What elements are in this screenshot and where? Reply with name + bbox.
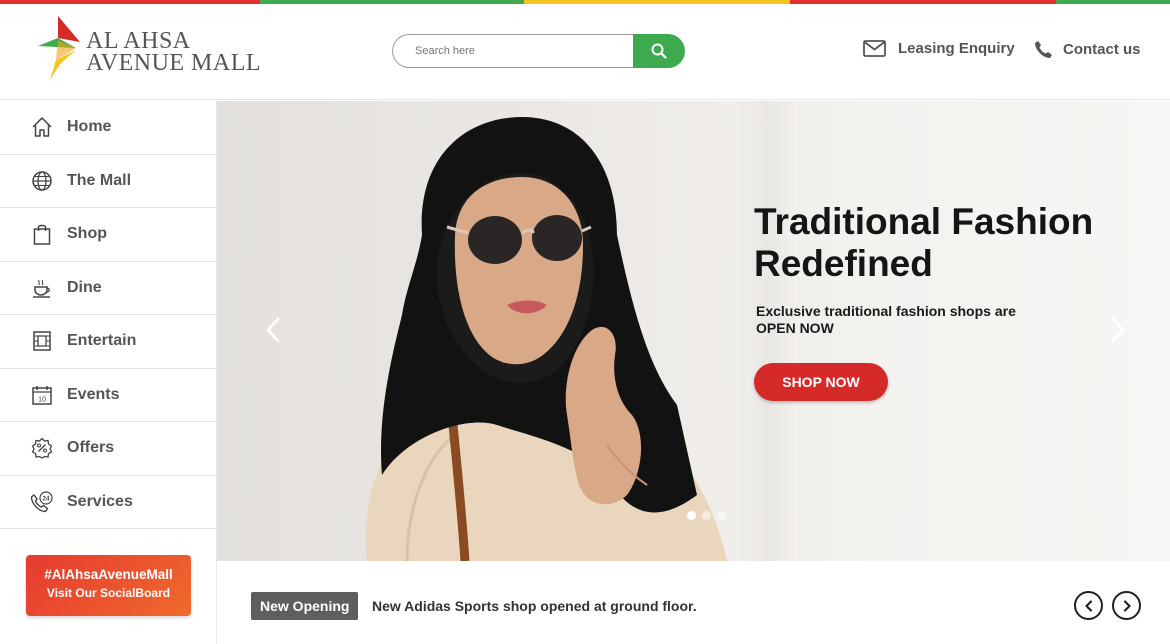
brand-logo[interactable]: AL AHSA AVENUE MALL — [38, 16, 261, 84]
brand-line2: AVENUE MALL — [86, 50, 262, 76]
sidebar-item-label: Entertain — [67, 332, 137, 350]
slider-dot[interactable] — [687, 511, 696, 520]
contact-us-label: Contact us — [1063, 41, 1141, 58]
phone-icon — [1034, 40, 1053, 59]
film-icon — [30, 329, 54, 353]
sidebar-item-label: The Mall — [67, 171, 132, 189]
sidebar-item-shop[interactable]: Shop — [0, 208, 216, 262]
sidebar-item-label: Services — [67, 492, 133, 510]
brand-line1: AL AHSA — [86, 28, 191, 54]
leasing-enquiry-label: Leasing Enquiry — [898, 40, 1015, 57]
sidebar-item-label: Home — [67, 118, 112, 136]
sidebar-item-the-mall[interactable]: The Mall — [0, 155, 216, 208]
sidebar-item-label: Offers — [67, 439, 115, 457]
leasing-enquiry-link[interactable]: Leasing Enquiry — [863, 40, 1015, 57]
hero-slider: Traditional Fashion Redefined Exclusive … — [217, 101, 1170, 561]
sidebar-item-entertain[interactable]: Entertain — [0, 315, 216, 369]
svg-text:10: 10 — [38, 396, 46, 403]
home-icon — [30, 115, 54, 139]
sidebar-item-offers[interactable]: Offers — [0, 422, 216, 476]
ticker-badge: New Opening — [251, 592, 359, 620]
ticker-message[interactable]: New Adidas Sports shop opened at ground … — [372, 598, 697, 614]
ticker-prev-button[interactable] — [1074, 591, 1103, 620]
social-cta: Visit Our SocialBoard — [46, 586, 171, 600]
ticker-next-button[interactable] — [1112, 591, 1141, 620]
sidebar-item-label: Shop — [67, 225, 107, 243]
search-bar — [392, 34, 685, 68]
sidebar-item-home[interactable]: Home — [0, 101, 216, 155]
sidebar-item-dine[interactable]: Dine — [0, 262, 216, 315]
search-input[interactable] — [392, 34, 642, 68]
sidebar-nav: Home The Mall Shop Dine Entertain 10 Eve… — [0, 101, 217, 644]
brand-wordmark: AL AHSA AVENUE MALL — [86, 28, 262, 76]
hero-next-arrow[interactable] — [1106, 315, 1130, 345]
slider-dots — [687, 511, 732, 520]
slider-dot[interactable] — [717, 511, 726, 520]
24h-phone-icon: 24 — [30, 490, 54, 514]
social-board-button[interactable]: #AlAhsaAvenueMall Visit Our SocialBoard — [26, 555, 191, 616]
shop-now-button[interactable]: SHOP NOW — [754, 363, 888, 401]
news-ticker: New Opening New Adidas Sports shop opene… — [217, 561, 1170, 644]
hero-prev-arrow[interactable] — [261, 315, 285, 345]
leaf-logo-icon — [38, 16, 80, 80]
sidebar-item-events[interactable]: 10 Events — [0, 369, 216, 422]
sidebar-item-services[interactable]: 24 Services — [0, 476, 216, 529]
calendar-icon: 10 — [30, 383, 54, 407]
contact-us-link[interactable]: Contact us — [1034, 40, 1141, 59]
hero-model-image — [366, 117, 727, 561]
chevron-left-icon — [1084, 599, 1092, 612]
search-icon — [651, 43, 667, 59]
shopping-bag-icon — [30, 222, 54, 246]
chevron-right-icon — [1111, 317, 1125, 343]
coffee-cup-icon — [30, 276, 54, 300]
chevron-left-icon — [266, 317, 280, 343]
globe-icon — [30, 169, 54, 193]
percent-badge-icon — [30, 436, 54, 460]
sidebar-item-label: Events — [67, 385, 120, 403]
social-hashtag: #AlAhsaAvenueMall — [44, 567, 173, 582]
slider-dot[interactable] — [702, 511, 711, 520]
hero-title: Traditional Fashion Redefined — [754, 201, 1094, 284]
search-button[interactable] — [633, 34, 685, 68]
sidebar-item-label: Dine — [67, 278, 102, 296]
envelope-icon — [863, 40, 886, 57]
site-header: AL AHSA AVENUE MALL Leasing Enquiry Cont… — [0, 4, 1170, 100]
chevron-right-icon — [1123, 599, 1131, 612]
hero-subtitle: Exclusive traditional fashion shops are … — [756, 303, 1016, 336]
svg-text:24: 24 — [43, 496, 50, 502]
